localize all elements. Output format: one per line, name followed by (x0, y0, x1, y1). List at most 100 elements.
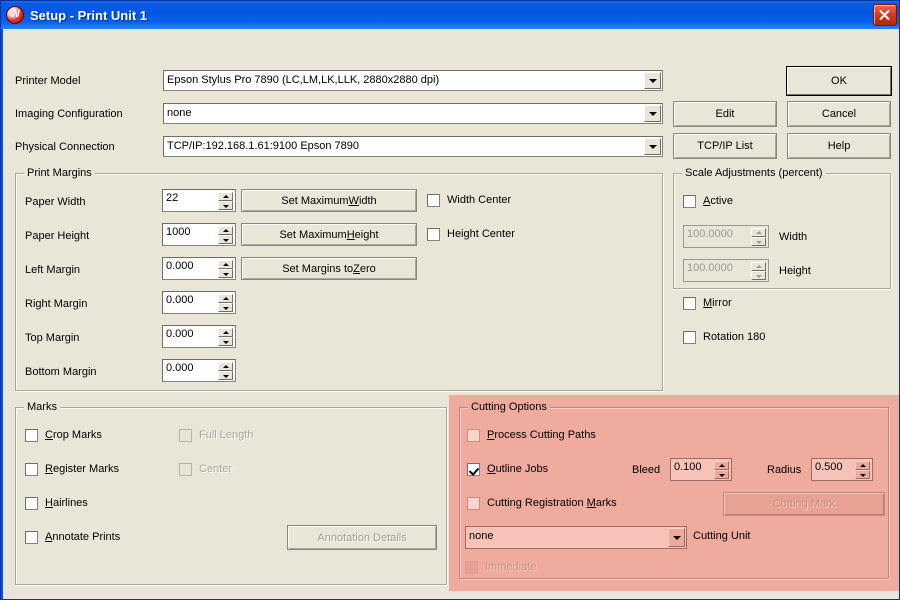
bleed-stepper[interactable]: 0.100 (670, 458, 732, 481)
set-maximum-width-post: idth (358, 194, 377, 207)
scale-width-label: Width (779, 231, 808, 243)
scale-height-value: 100.0000 (687, 262, 733, 274)
checkbox-box (683, 331, 696, 344)
scale-width-stepper: 100.0000 (683, 225, 769, 248)
top-margin-stepper[interactable]: 0.000 (162, 325, 236, 348)
cutting-registration-marks-pre: Cutting Registration (487, 497, 587, 509)
checkbox-box (25, 429, 38, 442)
spinner-down-icon (751, 271, 766, 280)
spinner-down-icon[interactable] (855, 470, 870, 479)
physical-connection-combo[interactable]: TCP/IP:192.168.1.61:9100 Epson 7890 (163, 136, 663, 157)
hairlines-post: airlines (52, 497, 88, 509)
chevron-down-icon[interactable] (644, 105, 661, 122)
annotate-prints-checkbox[interactable]: Annotate Prints (25, 531, 120, 544)
cutting-registration-marks-accel: M (586, 497, 596, 509)
spinner-up-icon[interactable] (218, 260, 233, 269)
spinner-down-icon[interactable] (218, 269, 233, 278)
spinner-up-icon[interactable] (218, 362, 233, 371)
spinner-up-icon[interactable] (218, 192, 233, 201)
tcpip-list-button[interactable]: TCP/IP List (673, 133, 777, 159)
imaging-configuration-combo[interactable]: none (163, 103, 663, 124)
edit-button[interactable]: Edit (673, 101, 777, 127)
left-margin-stepper[interactable]: 0.000 (162, 257, 236, 280)
set-maximum-width-button[interactable]: Set Maximum Width (241, 189, 417, 212)
cancel-button[interactable]: Cancel (787, 101, 891, 127)
bottom-margin-value: 0.000 (166, 362, 194, 374)
cutting-registration-marks-checkbox[interactable]: Cutting Registration Marks (467, 497, 617, 510)
checkbox-box (467, 497, 480, 510)
spinner-down-icon (751, 237, 766, 246)
annotation-details-button: Annotation Details (287, 525, 437, 550)
full-length-label: Full Length (199, 429, 254, 441)
paper-height-stepper[interactable]: 1000 (162, 223, 236, 246)
paper-width-stepper[interactable]: 22 (162, 189, 236, 212)
cutting-unit-combo[interactable]: none (465, 526, 687, 549)
imaging-configuration-label: Imaging Configuration (15, 108, 123, 120)
hairlines-checkbox[interactable]: Hairlines (25, 497, 88, 510)
ok-button[interactable]: OK (786, 66, 892, 96)
radius-label: Radius (767, 464, 802, 476)
process-cutting-paths-post: rocess Cutting Paths (494, 429, 596, 441)
register-marks-checkbox[interactable]: Register Marks (25, 463, 119, 476)
checkbox-box (25, 531, 38, 544)
width-center-checkbox[interactable]: Width Center (427, 194, 511, 207)
printer-model-combo[interactable]: Epson Stylus Pro 7890 (LC,LM,LK,LLK, 288… (163, 70, 663, 91)
immediate-checkbox: Immediate (465, 561, 536, 574)
set-maximum-height-pre: Set Maximum (279, 228, 347, 241)
spinner-down-icon[interactable] (714, 470, 729, 479)
spinner-down-icon[interactable] (218, 337, 233, 346)
crop-marks-label: Crop Marks (45, 429, 102, 442)
register-marks-accel: R (45, 463, 53, 475)
spinner-up-icon[interactable] (714, 461, 729, 470)
bottom-margin-stepper[interactable]: 0.000 (162, 359, 236, 382)
checkbox-box (179, 429, 192, 442)
radius-value: 0.500 (815, 461, 843, 473)
mirror-checkbox[interactable]: Mirror (683, 297, 732, 310)
checkbox-box (465, 561, 478, 574)
chevron-down-icon[interactable] (644, 138, 661, 155)
set-margins-zero-pre: Set Margins to (282, 262, 354, 275)
width-center-label: Width Center (447, 194, 512, 206)
mirror-label: Mirror (703, 297, 732, 310)
scale-active-checkbox[interactable]: Active (683, 195, 733, 208)
spinner-up-icon[interactable] (218, 226, 233, 235)
cutting-unit-label: Cutting Unit (693, 530, 751, 542)
left-margin-label: Left Margin (25, 264, 81, 276)
printer-model-label: Printer Model (15, 75, 81, 87)
outline-jobs-checkbox[interactable]: Outline Jobs (467, 463, 548, 476)
hairlines-accel: H (45, 497, 53, 509)
spinner-up-icon[interactable] (218, 328, 233, 337)
outline-jobs-label: Outline Jobs (487, 463, 548, 476)
checkbox-box (683, 195, 696, 208)
scale-height-stepper: 100.0000 (683, 259, 769, 282)
chevron-down-icon[interactable] (668, 528, 685, 547)
mirror-accel: M (703, 297, 713, 309)
right-margin-stepper[interactable]: 0.000 (162, 291, 236, 314)
set-maximum-height-button[interactable]: Set Maximum Height (241, 223, 417, 246)
spinner-down-icon[interactable] (218, 371, 233, 380)
rotation-checkbox[interactable]: Rotation 180 (683, 331, 765, 344)
left-margin-value: 0.000 (166, 260, 194, 272)
set-margins-to-zero-button[interactable]: Set Margins to Zero (241, 257, 417, 280)
close-icon[interactable] (873, 4, 897, 26)
annotate-prints-post: nnotate Prints (52, 531, 121, 543)
spinner-down-icon[interactable] (218, 303, 233, 312)
rotation-label: Rotation 180 (703, 331, 766, 343)
spinner-down-icon[interactable] (218, 201, 233, 210)
mirror-post: irror (712, 297, 732, 309)
spinner-up-icon[interactable] (218, 294, 233, 303)
radius-stepper[interactable]: 0.500 (811, 458, 873, 481)
spinner-down-icon[interactable] (218, 235, 233, 244)
checkbox-box (179, 463, 192, 476)
scale-active-label: Active (703, 195, 733, 208)
chevron-down-icon[interactable] (644, 72, 661, 89)
spinner-up-icon[interactable] (855, 461, 870, 470)
bleed-label: Bleed (632, 464, 661, 476)
crop-marks-checkbox[interactable]: Crop Marks (25, 429, 102, 442)
checkbox-box (427, 194, 440, 207)
height-center-checkbox[interactable]: Height Center (427, 228, 515, 241)
process-cutting-paths-checkbox[interactable]: Process Cutting Paths (467, 429, 596, 442)
top-margin-label: Top Margin (25, 332, 80, 344)
app-logo-icon (6, 6, 24, 24)
help-button[interactable]: Help (787, 133, 891, 159)
